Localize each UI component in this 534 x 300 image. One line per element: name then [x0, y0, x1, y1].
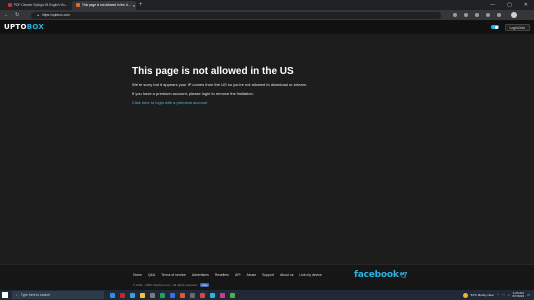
- profile-avatar-icon[interactable]: [511, 12, 518, 18]
- date-text: 6/7/2023: [512, 294, 525, 298]
- url-text: https://upbbox.com: [41, 12, 70, 17]
- footer-link-abuse[interactable]: Abuse: [246, 273, 256, 277]
- logo-text-accent: BOX: [26, 23, 45, 31]
- taskbar-app-icon[interactable]: [220, 292, 225, 298]
- premium-message: If you have a premium account, please lo…: [132, 91, 254, 96]
- extension-icon[interactable]: [497, 13, 502, 17]
- footer-links: Home Q&A Terms of service Advertisers Re…: [133, 273, 322, 277]
- footer-link-terms[interactable]: Terms of service: [161, 273, 186, 277]
- taskbar-app-icon[interactable]: [170, 292, 175, 298]
- window-controls: — ▢ ✕: [490, 2, 534, 8]
- site-logo[interactable]: UPTOBOX: [4, 23, 44, 31]
- windows-start-icon[interactable]: [2, 292, 8, 298]
- clock[interactable]: 4:25 AM 6/7/2023: [512, 291, 525, 299]
- site-header: UPTOBOX Login/Join: [0, 20, 534, 34]
- search-icon: ⌕: [16, 293, 18, 297]
- chevron-up-icon[interactable]: ⌃: [497, 293, 500, 297]
- main-content: This page is not allowed in the US We're…: [132, 66, 432, 105]
- new-tab-button[interactable]: +: [139, 2, 143, 8]
- facebook-brand[interactable]: facebook 🕊︎: [354, 270, 407, 280]
- taskbar-app-icon[interactable]: [150, 292, 155, 298]
- facebook-like-button[interactable]: Like: [199, 283, 210, 287]
- taskbar-app-icon[interactable]: [210, 292, 215, 298]
- footer-link-advertisers[interactable]: Advertisers: [192, 273, 209, 277]
- tab-favicon-icon: [76, 3, 80, 7]
- taskbar-search[interactable]: ⌕ Type here to search: [12, 291, 104, 299]
- footer-link-api[interactable]: API: [235, 273, 240, 277]
- extension-icon[interactable]: [464, 13, 469, 17]
- footer-link-device[interactable]: Link my device: [299, 273, 321, 277]
- close-tab-icon[interactable]: ×: [133, 1, 135, 10]
- taskbar-app-icon[interactable]: [140, 292, 145, 298]
- browser-toolbar: ← ↻ 🔒︎ https://upbbox.com: [0, 10, 534, 20]
- taskbar-app-icon[interactable]: [200, 292, 205, 298]
- copyright-text: © 2011 - 2023 Uptobox.com - All rights r…: [133, 283, 197, 287]
- screen: PDF Cleaner Syllogic IB English Vis... ×…: [0, 0, 534, 300]
- theme-toggle[interactable]: [490, 25, 499, 29]
- windows-taskbar: ⌕ Type here to search 54°F Mostly clear …: [0, 290, 534, 300]
- tab-pdf-cleaner[interactable]: PDF Cleaner Syllogic IB English Vis... ×: [4, 1, 68, 10]
- extension-icon[interactable]: [453, 13, 458, 17]
- taskbar-app-icon[interactable]: [130, 292, 135, 298]
- page-title: This page is not allowed in the US: [132, 66, 294, 77]
- tab-label: This page is not allowed in the U...: [82, 2, 131, 7]
- minimize-button[interactable]: —: [490, 2, 495, 8]
- taskbar-search-placeholder: Type here to search: [20, 293, 50, 297]
- extension-icon[interactable]: [475, 13, 480, 17]
- taskbar-app-icon[interactable]: [230, 292, 235, 298]
- logo-text: UPTO: [4, 23, 27, 31]
- back-arrow-icon[interactable]: ←: [4, 12, 9, 18]
- taskbar-app-icon[interactable]: [190, 292, 195, 298]
- browser-tab-bar: PDF Cleaner Syllogic IB English Vis... ×…: [0, 0, 534, 10]
- facebook-text: facebook: [354, 270, 399, 280]
- bird-icon: 🕊︎: [399, 271, 408, 279]
- taskbar-apps: [110, 292, 235, 298]
- tab-favicon-icon: [8, 3, 12, 7]
- notification-icon[interactable]: ▭: [527, 293, 530, 297]
- footer-link-about[interactable]: About us: [280, 273, 293, 277]
- wifi-icon[interactable]: ◠: [502, 293, 505, 297]
- taskbar-app-icon[interactable]: [160, 292, 165, 298]
- extension-icon[interactable]: [486, 13, 491, 17]
- restriction-message: We're sorry but it appears your IP comes…: [132, 82, 308, 87]
- tab-not-allowed[interactable]: This page is not allowed in the U... ×: [72, 0, 136, 10]
- footer-link-resellers[interactable]: Resellers: [215, 273, 229, 277]
- weather-icon: [462, 292, 468, 298]
- maximize-button[interactable]: ▢: [507, 2, 512, 8]
- login-button[interactable]: Login/Join: [504, 23, 530, 31]
- premium-login-link[interactable]: Click here to login with a premium accou…: [132, 100, 432, 105]
- system-tray: 54°F Mostly clear ⌃ ◠ ♪ 4:25 AM 6/7/2023…: [462, 291, 534, 299]
- copyright: © 2011 - 2023 Uptobox.com - All rights r…: [133, 283, 210, 287]
- site-footer: Home Q&A Terms of service Advertisers Re…: [0, 264, 534, 290]
- tab-label: PDF Cleaner Syllogic IB English Vis...: [14, 2, 68, 7]
- taskbar-app-icon[interactable]: [110, 292, 115, 298]
- footer-link-home[interactable]: Home: [133, 273, 142, 277]
- footer-link-qa[interactable]: Q&A: [148, 273, 155, 277]
- volume-icon[interactable]: ♪: [508, 293, 510, 297]
- taskbar-app-icon[interactable]: [180, 292, 185, 298]
- close-window-button[interactable]: ✕: [524, 2, 528, 8]
- address-bar[interactable]: 🔒︎ https://upbbox.com: [31, 11, 442, 19]
- weather-text[interactable]: 54°F Mostly clear: [471, 293, 494, 297]
- taskbar-app-icon[interactable]: [120, 292, 125, 298]
- extension-icons: [453, 13, 502, 17]
- refresh-icon[interactable]: ↻: [15, 12, 19, 18]
- footer-link-support[interactable]: Support: [262, 273, 274, 277]
- lock-icon: 🔒︎: [37, 12, 39, 17]
